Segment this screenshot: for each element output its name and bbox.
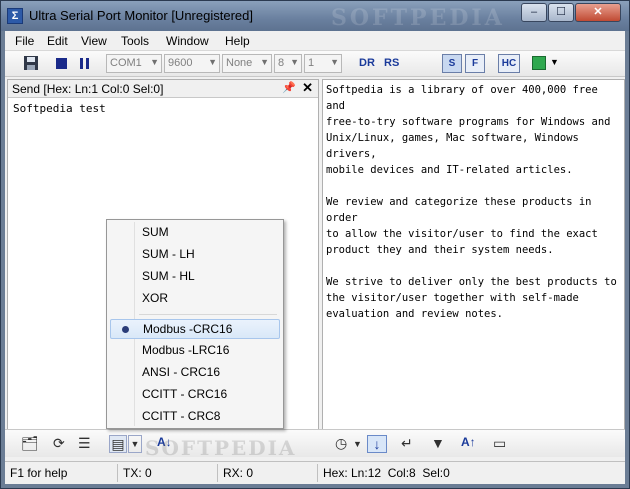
close-button[interactable]: ✕ (575, 3, 621, 22)
minimize-button[interactable]: – (521, 3, 547, 22)
clock-dropdown-icon[interactable]: ▼ (353, 439, 362, 457)
client-area: File Edit View Tools Window Help COM1 ▼ 9… (5, 31, 625, 484)
send-text-area[interactable]: Softpedia test (13, 102, 106, 115)
menu-item-xor[interactable]: XOR (110, 289, 280, 309)
status-bar: F1 for help TX: 0 RX: 0 Hex: Ln:12 Col:8… (5, 461, 625, 483)
s-button[interactable]: S (442, 54, 462, 73)
sort-za-icon[interactable]: A↑ (461, 435, 476, 453)
refresh-icon[interactable]: ⟳ (53, 435, 65, 453)
checksum-icon[interactable]: ▤ (109, 435, 127, 453)
checksum-dropdown-icon[interactable]: ▼ (128, 435, 142, 453)
menu-view[interactable]: View (81, 34, 107, 48)
title-bar[interactable]: SOFTPEDIA Σ Ultra Serial Port Monitor [U… (1, 1, 629, 31)
menu-tools[interactable]: Tools (121, 34, 149, 48)
menu-item-ccitt-crc8[interactable]: CCITT - CRC8 (110, 407, 280, 427)
softpedia-watermark: SOFTPEDIA (331, 5, 505, 31)
status-tx: TX: 0 (123, 466, 152, 480)
port-select[interactable]: COM1 ▼ (106, 54, 162, 73)
app-window: SOFTPEDIA Σ Ultra Serial Port Monitor [U… (0, 0, 630, 489)
menu-file[interactable]: File (15, 34, 34, 48)
receive-pane: Softpedia is a library of over 400,000 f… (322, 79, 625, 435)
databits-select[interactable]: 8 ▼ (274, 54, 302, 73)
send-pane-header: Send [Hex: Ln:1 Col:0 Sel:0] 📌 ✕ (8, 80, 318, 98)
menu-item-modbus-lrc16[interactable]: Modbus -LRC16 (110, 341, 280, 361)
stop-icon[interactable] (55, 54, 69, 74)
stopbits-select[interactable]: 1 ▼ (304, 54, 342, 73)
menu-item-sum-hl[interactable]: SUM - HL (110, 267, 280, 287)
menu-item-modbus-crc16[interactable]: Modbus -CRC16 (110, 319, 280, 339)
enter-icon[interactable]: ↵ (401, 435, 413, 453)
scroll-down-icon[interactable]: ↓ (367, 435, 387, 453)
baud-select[interactable]: 9600 ▼ (164, 54, 220, 73)
window-title: Ultra Serial Port Monitor [Unregistered] (29, 8, 253, 23)
menu-item-sum-lh[interactable]: SUM - LH (110, 245, 280, 265)
bottom-toolbar: 🗂 ⟳ ☰ ▤ ▼ A↓ ◷ ▼ ↓ ↵ ▼ A↑ ▭ (5, 429, 625, 457)
f-button[interactable]: F (465, 54, 485, 73)
app-icon[interactable]: Σ (7, 8, 23, 24)
menu-help[interactable]: Help (225, 34, 250, 48)
maximize-button[interactable]: ☐ (548, 3, 574, 22)
status-rx: RX: 0 (223, 466, 254, 480)
pin-icon[interactable]: 📌 (282, 81, 296, 94)
clock-icon[interactable]: ◷ (335, 435, 347, 453)
checksum-menu: SUM SUM - LH SUM - HL XOR Modbus -CRC16 … (106, 219, 284, 429)
receive-text-area[interactable]: Softpedia is a library of over 400,000 f… (326, 82, 622, 322)
properties-icon[interactable]: 🗂 (21, 435, 39, 453)
dr-toggle[interactable]: DR (359, 57, 375, 69)
menu-edit[interactable]: Edit (47, 34, 68, 48)
menu-bar: File Edit View Tools Window Help (5, 31, 625, 51)
parity-select[interactable]: None ▼ (222, 54, 272, 73)
pause-icon[interactable] (78, 54, 92, 74)
color-swatch[interactable] (532, 56, 546, 70)
send-pane-title: Send [Hex: Ln:1 Col:0 Sel:0] (12, 82, 164, 96)
status-help: F1 for help (10, 466, 68, 480)
filter-icon[interactable]: ▼ (431, 435, 445, 453)
status-hex: Hex: Ln:12 Col:8 Sel:0 (323, 466, 450, 480)
softpedia-watermark-bottom: SOFTPEDIA (145, 436, 297, 460)
rs-toggle[interactable]: RS (384, 57, 399, 69)
menu-item-sum[interactable]: SUM (110, 223, 280, 243)
color-dropdown-icon[interactable]: ▼ (550, 57, 559, 77)
menu-item-ccitt-crc16[interactable]: CCITT - CRC16 (110, 385, 280, 405)
list-icon[interactable]: ☰ (78, 435, 91, 453)
menu-window[interactable]: Window (166, 34, 209, 48)
close-pane-icon[interactable]: ✕ (302, 80, 313, 96)
window-icon[interactable]: ▭ (493, 435, 506, 453)
radio-selected-icon (122, 326, 129, 333)
main-toolbar: COM1 ▼ 9600 ▼ None ▼ 8 ▼ 1 ▼ DR RS S F HC ▼ (5, 51, 625, 77)
hc-button[interactable]: HC (498, 54, 520, 73)
save-icon[interactable] (23, 54, 39, 74)
menu-item-ansi-crc16[interactable]: ANSI - CRC16 (110, 363, 280, 383)
